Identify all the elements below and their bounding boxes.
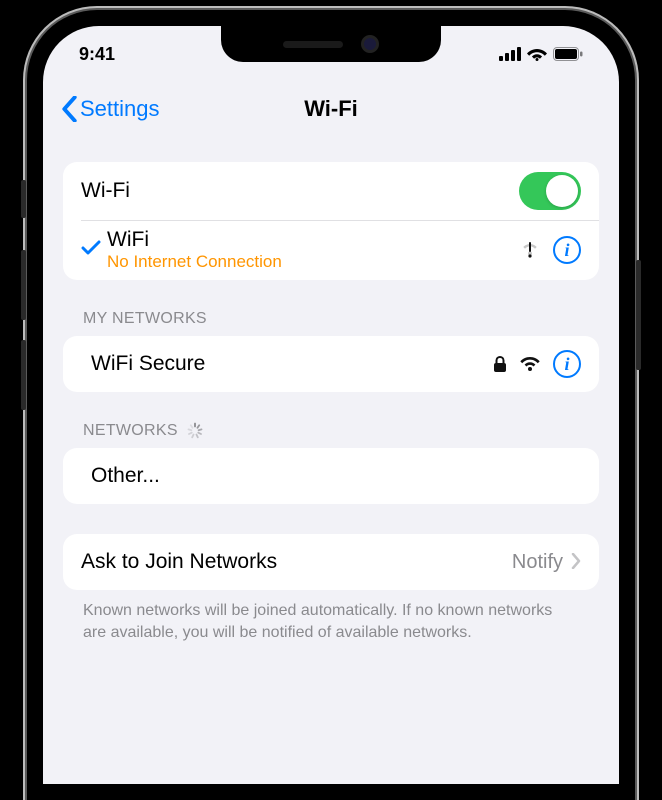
known-network-row[interactable]: WiFi Secure [63, 336, 599, 392]
status-time: 9:41 [79, 44, 115, 65]
other-network-row[interactable]: Other... [63, 448, 599, 504]
networks-group: Other... [63, 448, 599, 504]
connected-network-status: No Internet Connection [107, 252, 519, 272]
ask-to-join-label: Ask to Join Networks [81, 550, 512, 574]
spinner-icon [186, 422, 204, 440]
info-icon[interactable] [553, 350, 581, 378]
cellular-icon [499, 47, 521, 61]
wifi-toggle-switch[interactable] [519, 172, 581, 210]
wifi-warning-icon [519, 241, 541, 259]
ask-join-group: Ask to Join Networks Notify [63, 534, 599, 590]
networks-header: NETWORKS [63, 392, 599, 448]
navigation-bar: Settings Wi-Fi [43, 82, 619, 136]
status-icons [499, 47, 583, 61]
screen: 9:41 [43, 26, 619, 784]
networks-header-label: NETWORKS [83, 422, 178, 440]
wifi-signal-icon [519, 356, 541, 372]
chevron-left-icon [61, 96, 78, 122]
wifi-toggle-row[interactable]: Wi-Fi [63, 162, 599, 220]
ask-to-join-value: Notify [512, 551, 563, 574]
wifi-toggle-label: Wi-Fi [81, 179, 519, 203]
notch [221, 26, 441, 62]
ask-to-join-footer: Known networks will be joined automatica… [63, 590, 599, 643]
info-icon[interactable] [553, 236, 581, 264]
chevron-right-icon [571, 549, 581, 575]
back-button[interactable]: Settings [61, 96, 160, 122]
other-network-label: Other... [91, 464, 581, 488]
phone-frame: 9:41 [27, 10, 635, 800]
connected-network-name: WiFi [107, 228, 519, 252]
wifi-status-icon [527, 47, 547, 61]
mute-switch [21, 180, 26, 218]
lock-icon [493, 355, 507, 373]
wifi-main-group: Wi-Fi WiFi No Internet Connection [63, 162, 599, 280]
connected-check-icon [75, 240, 107, 261]
volume-down-button [21, 340, 26, 410]
content: Wi-Fi WiFi No Internet Connection [43, 162, 619, 643]
ask-to-join-row[interactable]: Ask to Join Networks Notify [63, 534, 599, 590]
my-networks-header: MY NETWORKS [63, 280, 599, 336]
network-name: WiFi Secure [91, 352, 493, 376]
power-button [636, 260, 641, 370]
battery-icon [553, 47, 583, 61]
back-label: Settings [80, 96, 160, 122]
my-networks-group: WiFi Secure [63, 336, 599, 392]
volume-up-button [21, 250, 26, 320]
connected-network-row[interactable]: WiFi No Internet Connection [63, 220, 599, 280]
